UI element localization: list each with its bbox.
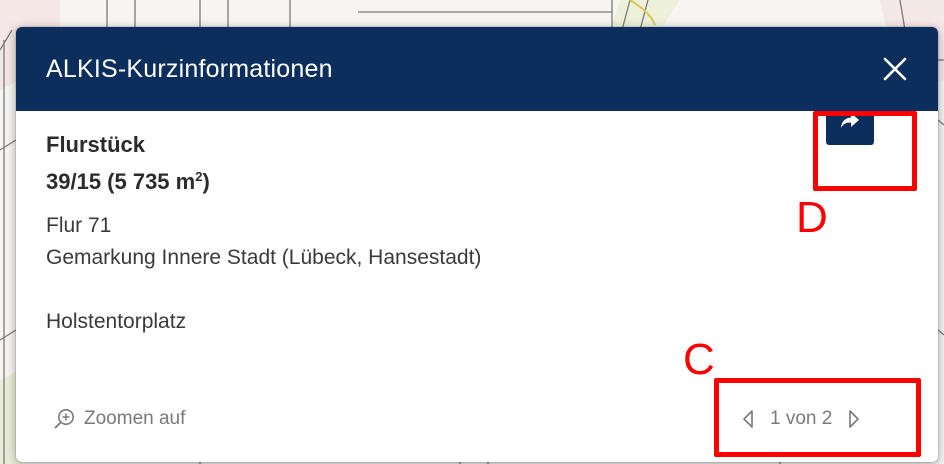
pager-next-button[interactable]: [846, 407, 862, 431]
zoom-label: Zoomen auf: [84, 408, 186, 429]
close-button[interactable]: [878, 52, 912, 86]
annotation-label-c: C: [683, 335, 715, 384]
pager-previous-button[interactable]: [740, 407, 756, 431]
parcel-number-value: 39/15 (5 735 m: [46, 169, 196, 194]
zoom-to-button[interactable]: Zoomen auf: [54, 408, 185, 430]
popup-title: ALKIS-Kurzinformationen: [46, 54, 333, 83]
pager-label: 1 von 2: [770, 408, 833, 429]
flur-line: Flur 71: [46, 214, 112, 237]
popup-footer: Zoomen auf 1 von 2: [16, 392, 938, 462]
feature-type: Flurstück: [46, 132, 146, 157]
share-action-button[interactable]: [826, 97, 874, 145]
parcel-number: 39/15 (5 735 m2): [46, 161, 908, 198]
triangle-left-icon: [743, 410, 753, 428]
close-icon: [883, 57, 907, 81]
address-line: Holstentorplatz: [46, 310, 187, 333]
popup-header: ALKIS-Kurzinformationen: [16, 27, 938, 111]
gemarkung-line: Gemarkung Innere Stadt (Lübeck, Hansesta…: [46, 246, 482, 269]
annotation-label-d: D: [796, 193, 828, 242]
alkis-info-popup: ALKIS-Kurzinformationen Flurstück 39/15 …: [16, 27, 938, 462]
triangle-right-icon: [849, 410, 860, 428]
zoom-in-icon: [54, 409, 74, 429]
parcel-number-close: ): [202, 169, 210, 194]
feature-pager: 1 von 2: [740, 407, 862, 431]
share-arrow-icon: [841, 113, 859, 128]
